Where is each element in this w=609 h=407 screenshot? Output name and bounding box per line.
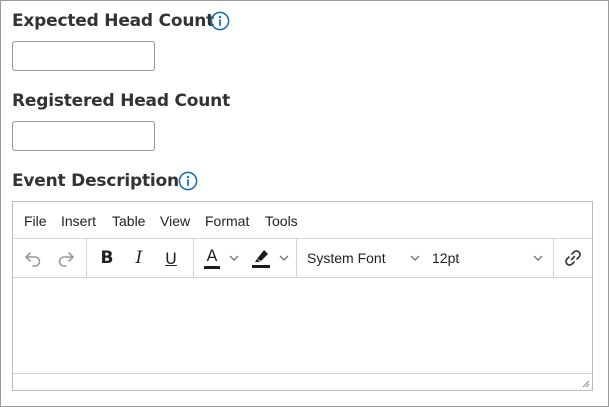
info-icon[interactable]	[178, 171, 198, 191]
toolbar-separator	[296, 239, 297, 277]
toolbar-separator	[193, 239, 194, 277]
info-icon[interactable]	[210, 11, 230, 31]
menu-insert[interactable]: Insert	[61, 213, 96, 229]
text-color-swatch	[204, 265, 220, 269]
font-family-value: System Font	[307, 250, 386, 266]
text-color-button[interactable]: A	[201, 245, 223, 271]
text-color-letter: A	[206, 245, 218, 265]
toolbar-separator	[86, 239, 87, 277]
menu-format[interactable]: Format	[205, 213, 249, 229]
editor-toolbar: B I U A System Font 12pt	[13, 239, 592, 278]
chevron-down-icon	[279, 255, 289, 261]
menu-view[interactable]: View	[160, 213, 190, 229]
registered-head-count-label: Registered Head Count	[12, 91, 230, 111]
chevron-down-icon	[533, 255, 543, 261]
redo-icon	[58, 252, 74, 267]
font-size-select[interactable]: 12pt	[429, 245, 547, 271]
undo-button[interactable]	[20, 245, 46, 271]
font-size-value: 12pt	[432, 250, 460, 266]
link-icon	[565, 250, 581, 266]
editor-statusbar	[13, 373, 592, 390]
menu-tools[interactable]: Tools	[265, 213, 298, 229]
highlight-color-dropdown[interactable]	[277, 245, 291, 271]
underline-button[interactable]: U	[159, 245, 183, 271]
insert-link-button[interactable]	[560, 245, 586, 271]
bold-button[interactable]: B	[95, 245, 119, 271]
menu-table[interactable]: Table	[112, 213, 145, 229]
italic-button[interactable]: I	[127, 245, 151, 271]
font-family-select[interactable]: System Font	[303, 245, 423, 271]
editor-menubar: File Insert Table View Format Tools	[13, 202, 592, 239]
rich-text-editor: File Insert Table View Format Tools B I …	[12, 201, 593, 391]
highlight-color-swatch	[252, 265, 270, 268]
text-color-dropdown[interactable]	[227, 245, 241, 271]
resize-handle-icon[interactable]	[580, 378, 590, 388]
undo-icon	[25, 252, 41, 267]
highlight-color-button[interactable]	[249, 245, 273, 271]
redo-button[interactable]	[53, 245, 79, 271]
registered-head-count-input[interactable]	[12, 121, 155, 151]
toolbar-separator	[553, 239, 554, 277]
highlighter-icon	[255, 250, 268, 262]
expected-head-count-input[interactable]	[12, 41, 155, 71]
expected-head-count-label: Expected Head Count	[12, 11, 215, 31]
chevron-down-icon	[229, 255, 239, 261]
menu-file[interactable]: File	[24, 213, 47, 229]
event-description-label: Event Description	[12, 171, 179, 191]
chevron-down-icon	[410, 255, 420, 261]
editor-content-area[interactable]	[13, 278, 592, 374]
